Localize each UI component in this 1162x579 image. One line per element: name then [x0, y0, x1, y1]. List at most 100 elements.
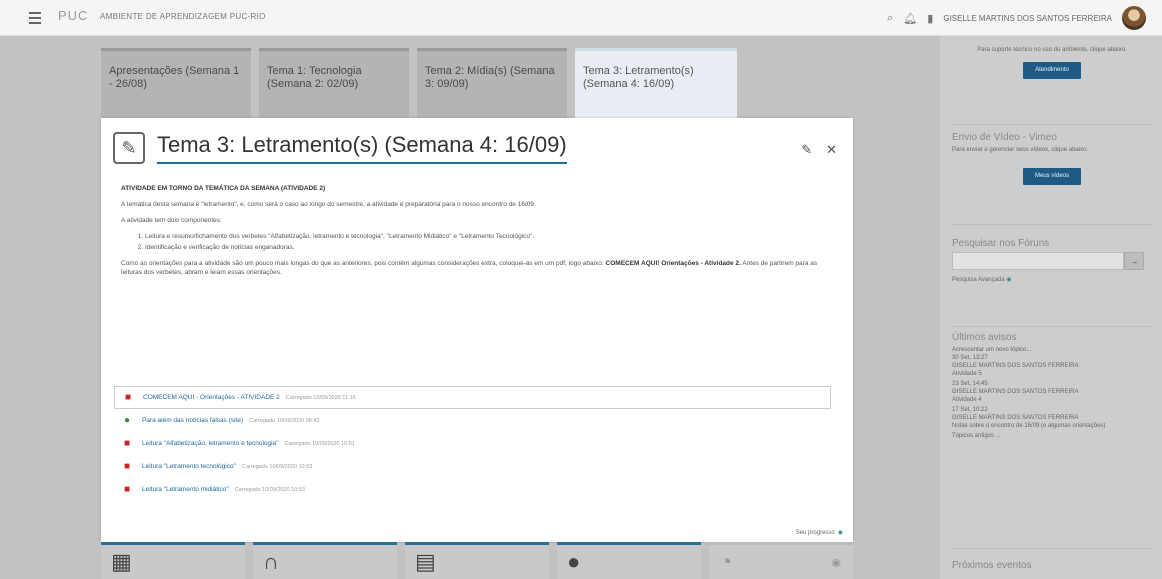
resource-list: ■ COMECEM AQUI - Orientações - ATIVIDADE… [114, 386, 831, 501]
tab-apresentacoes[interactable]: Apresentações (Semana 1 - 26/08) [101, 48, 251, 118]
list-item[interactable]: 30 Set, 13:27 GISELLE MARTINS DOS SANTOS… [952, 354, 1152, 378]
search-row: → [952, 252, 1152, 270]
support-button[interactable]: Atendimento [1023, 62, 1081, 79]
bell-icon[interactable]: 🔔︎ [903, 12, 917, 25]
page-title: Tema 3: Letramento(s) (Semana 4: 16/09) [157, 132, 567, 164]
calendar-icon[interactable]: ▦ [101, 542, 245, 579]
help-icon[interactable]: ◉ [1006, 277, 1011, 283]
close-icon[interactable]: ✕ [826, 142, 837, 158]
navbar-right: ⌕ 🔔︎ ▮ GISELLE MARTINS DOS SANTOS FERREI… [887, 4, 1146, 32]
panel-actions: ✎ ✕ [801, 142, 837, 158]
user-icon[interactable]: ● [557, 542, 701, 579]
right-sidebar: Para suporte técnico no uso do ambiente,… [940, 36, 1162, 579]
resource-meta: Carregado 10/09/2020 10:53 [234, 486, 305, 493]
advanced-search-label[interactable]: Pesquisa Avançada [952, 277, 1005, 283]
resource-title[interactable]: Leitura "Alfabetização, letramento e tec… [142, 440, 279, 447]
resource-title[interactable]: Leitura "Letramento tecnológico" [142, 463, 236, 470]
chart-icon[interactable]: ◔ ◉ [709, 542, 853, 579]
progress-label: Seu progresso [795, 530, 835, 536]
tab-tema-1[interactable]: Tema 1: Tecnologia (Semana 2: 02/09) [259, 48, 409, 118]
search-icon[interactable]: ⌕ [887, 12, 893, 25]
divider [952, 326, 1152, 327]
add-topic-link[interactable]: Acrescentar um novo tópico... [952, 346, 1152, 354]
list-item[interactable]: ● Para além das notícias falsas (site) C… [114, 409, 831, 432]
divider [952, 548, 1152, 549]
menu-toggle-icon[interactable] [26, 9, 44, 27]
pdf-icon: ■ [123, 461, 131, 472]
orientations-text: Como as orientações para a atividade são… [121, 260, 604, 267]
chat-icon[interactable]: ▮ [927, 12, 933, 25]
news-date: 30 Set, 13:27 [952, 355, 988, 361]
activity-heading: ATIVIDADE EM TORNO DA TEMÁTICA DA SEMANA… [121, 185, 326, 192]
support-text: Para suporte técnico no uso do ambiente,… [977, 47, 1127, 53]
section-tabs: Apresentações (Semana 1 - 26/08) Tema 1:… [101, 48, 737, 118]
pdf-icon: ■ [124, 392, 132, 403]
web-icon: ● [123, 415, 131, 426]
video-text: Para enviar e gerenciar seus vídeos, cli… [952, 147, 1089, 153]
events-title: Próximos eventos [952, 560, 1032, 571]
help-icon[interactable]: ◉ [838, 530, 843, 536]
progress-indicator[interactable]: Seu progresso ◉ [796, 529, 843, 536]
panel-header: ✎ Tema 3: Letramento(s) (Semana 4: 16/09… [113, 132, 567, 164]
resource-title[interactable]: Para além das notícias falsas (site) [142, 417, 243, 424]
panel-body: ATIVIDADE EM TORNO DA TEMÁTICA DA SEMANA… [121, 184, 836, 284]
main-content: Apresentações (Semana 1 - 26/08) Tema 1:… [0, 36, 940, 579]
events-block: Próximos eventos [952, 560, 1152, 574]
id-card-icon[interactable]: ▤ [405, 542, 549, 579]
pdf-icon: ■ [123, 438, 131, 449]
divider [952, 124, 1152, 125]
forum-search-block: Pesquisar nos Fóruns → Pesquisa Avançada… [952, 238, 1152, 284]
forum-search-title: Pesquisar nos Fóruns [952, 238, 1050, 249]
eye-icon[interactable]: ◉ [831, 556, 841, 569]
search-go-icon[interactable]: → [1124, 252, 1144, 270]
site-logo[interactable]: PUC [58, 8, 88, 23]
resource-title[interactable]: COMECEM AQUI - Orientações - ATIVIDADE 2 [143, 394, 280, 401]
resource-meta: Carregado 10/09/2020 10:53 [241, 463, 313, 470]
news-author: GISELLE MARTINS DOS SANTOS FERREIRA [952, 415, 1079, 421]
news-title-link[interactable]: Notas sobre o encontro de 16/09 (e algum… [952, 422, 1152, 430]
video-block: Envio de Vídeo - Vimeo Para enviar e ger… [952, 132, 1152, 185]
paragraph-intro: A temática desta semana é "letramento", … [121, 201, 536, 208]
resource-meta: Carregado 10/09/2020 08:43 [249, 417, 320, 424]
list-item[interactable]: ■ Leitura "Letramento midiático" Carrega… [114, 478, 831, 501]
list-item[interactable]: 23 Set, 14:45 GISELLE MARTINS DOS SANTOS… [952, 380, 1152, 404]
news-date: 17 Set, 10:22 [952, 407, 988, 413]
news-title-link[interactable]: Atividade 4 [952, 396, 1152, 404]
edit-icon: ✎ [113, 132, 145, 164]
tab-tema-3[interactable]: Tema 3: Letramento(s) (Semana 4: 16/09) [575, 48, 737, 118]
list-item[interactable]: 17 Set, 10:22 GISELLE MARTINS DOS SANTOS… [952, 406, 1152, 430]
bottom-tiles: ▦ ∩ ▤ ● ◔ ◉ [101, 542, 853, 579]
pencil-icon[interactable]: ✎ [801, 142, 812, 158]
list-item[interactable]: ■ Leitura "Alfabetização, letramento e t… [114, 432, 831, 455]
search-input[interactable] [952, 252, 1124, 270]
my-videos-button[interactable]: Meus vídeos [1023, 168, 1081, 185]
older-topics-link[interactable]: Tópicos antigos ... [952, 432, 1152, 440]
top-navbar: PUC AMBIENTE DE APRENDIZAGEM PUC-RIO ⌕ 🔔… [0, 0, 1162, 36]
section-panel: ✎ Tema 3: Letramento(s) (Semana 4: 16/09… [101, 118, 853, 542]
support-block: Para suporte técnico no uso do ambiente,… [952, 46, 1152, 79]
list-item[interactable]: ■ COMECEM AQUI - Orientações - ATIVIDADE… [114, 386, 831, 409]
paragraph-orientations: Como as orientações para a atividade são… [121, 259, 836, 277]
resource-title[interactable]: Leitura "Letramento midiático" [142, 486, 229, 493]
news-title-link[interactable]: Atividade 5 [952, 370, 1152, 378]
course-title[interactable]: AMBIENTE DE APRENDIZAGEM PUC-RIO [100, 12, 266, 21]
advanced-search-link[interactable]: Pesquisa Avançada ◉ [952, 276, 1152, 284]
list-item: Identificação e verificação de notícias … [145, 243, 836, 252]
news-date: 23 Set, 14:45 [952, 381, 988, 387]
headset-icon[interactable]: ∩ [253, 542, 397, 579]
components-list: Leitura e resumo/fichamento dos verbetes… [145, 232, 836, 252]
list-item[interactable]: ■ Leitura "Letramento tecnológico" Carre… [114, 455, 831, 478]
avatar[interactable] [1122, 6, 1146, 30]
list-item: Leitura e resumo/fichamento dos verbetes… [145, 232, 836, 241]
user-name[interactable]: GISELLE MARTINS DOS SANTOS FERREIRA [943, 14, 1112, 23]
orientations-link[interactable]: COMECEM AQUI! Orientações - Atividade 2. [606, 260, 741, 267]
news-author: GISELLE MARTINS DOS SANTOS FERREIRA [952, 389, 1079, 395]
tab-tema-2[interactable]: Tema 2: Mídia(s) (Semana 3: 09/09) [417, 48, 567, 118]
pdf-icon: ■ [123, 484, 131, 495]
video-title: Envio de Vídeo - Vimeo [952, 132, 1057, 143]
resource-meta: Carregado 10/09/2020 11:16 [285, 394, 356, 401]
paragraph-components: A atividade tem dois componentes: [121, 217, 222, 224]
divider [952, 224, 1152, 225]
news-title: Últimos avisos [952, 332, 1017, 343]
news-author: GISELLE MARTINS DOS SANTOS FERREIRA [952, 363, 1079, 369]
